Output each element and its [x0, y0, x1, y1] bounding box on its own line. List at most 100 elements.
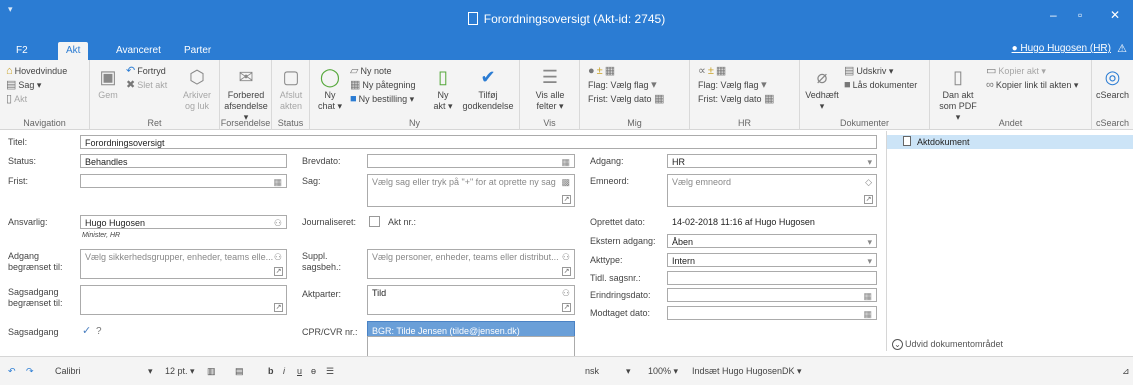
calendar-icon[interactable]: ▦: [863, 309, 872, 319]
akttype-select[interactable]: Intern ▾: [667, 253, 877, 267]
expand-icon[interactable]: ↗: [274, 303, 283, 312]
erindringsdato-input[interactable]: ▦: [667, 288, 877, 302]
case-icon[interactable]: ▩: [561, 177, 570, 188]
tag-icon[interactable]: ◇: [865, 177, 872, 188]
adgang-label: Adgang:: [590, 156, 624, 166]
person-icon[interactable]: ⚇: [562, 288, 570, 299]
italic-button[interactable]: i: [283, 366, 285, 376]
language-select[interactable]: nsk: [585, 366, 599, 376]
ny-note-button[interactable]: ▱ Ny note: [350, 66, 392, 77]
mig-frist[interactable]: Frist: Vælg dato ▦: [588, 94, 666, 105]
ny-paategning-button[interactable]: ▦ Ny påtegning: [350, 80, 415, 91]
zoom-select[interactable]: 100% ▾: [648, 366, 678, 377]
fortryd-button[interactable]: ↶ Fortryd: [126, 66, 166, 77]
adgang-select[interactable]: HR ▾: [667, 154, 877, 168]
tab-avanceret[interactable]: Avanceret: [108, 42, 169, 60]
help-icon[interactable]: ?: [96, 326, 102, 337]
calendar-icon: ▦: [764, 93, 775, 105]
tilfoej-godkendelse-button[interactable]: ✔ Tilføj godkendelse: [460, 66, 516, 112]
calendar-icon[interactable]: ▦: [863, 291, 872, 301]
slet-akt-button[interactable]: ✖ Slet akt: [126, 80, 167, 91]
insert-signature-button[interactable]: Indsæt Hugo HugosenDK ▾: [692, 366, 802, 377]
udskriv-button[interactable]: ▤ Udskriv ▾: [844, 66, 893, 77]
close-button[interactable]: ✕: [1110, 8, 1120, 22]
ekstern-adgang-select[interactable]: Åben ▾: [667, 234, 877, 248]
warning-icon[interactable]: ⚠: [1117, 42, 1127, 55]
aktparter-label: Aktparter:: [302, 289, 342, 299]
checkmark-icon[interactable]: ✓: [82, 326, 91, 337]
maximize-button[interactable]: ▫: [1078, 8, 1082, 22]
ansvarlig-input[interactable]: Hugo Hugosen ⚇: [80, 215, 287, 229]
person-icon[interactable]: ⚇: [274, 218, 282, 228]
ny-bestilling-button[interactable]: ■ Ny bestilling ▾: [350, 94, 414, 105]
person-icon[interactable]: ⚇: [274, 252, 282, 263]
font-select[interactable]: Calibri: [55, 366, 81, 376]
expand-icon[interactable]: ↗: [274, 267, 283, 276]
suppl-sagsbeh-input[interactable]: Vælg personer, enheder, teams eller dist…: [367, 249, 575, 279]
underline-button[interactable]: u: [297, 366, 302, 376]
sag-input[interactable]: Vælg sag eller tryk på "+" for at oprett…: [367, 174, 575, 207]
minimize-button[interactable]: ‒: [1050, 8, 1057, 22]
arkiver-button[interactable]: ⬡ Arkiver og luk: [178, 66, 216, 112]
hr-flag[interactable]: Flag: Vælg flag ▾: [698, 80, 769, 91]
calendar-icon[interactable]: ▦: [273, 177, 282, 187]
modtaget-dato-input[interactable]: ▦: [667, 306, 877, 320]
sag-button[interactable]: ▤ Sag ▾: [6, 80, 41, 91]
frist-date-input[interactable]: ▦: [80, 174, 287, 188]
ansvarlig-subtitle: Minister, HR: [82, 232, 121, 239]
journaliseret-checkbox[interactable]: [369, 216, 380, 227]
sagsadgang-begraenset-input[interactable]: ↗: [80, 285, 287, 315]
mig-flag[interactable]: Flag: Vælg flag ▾: [588, 80, 659, 91]
person-icon[interactable]: ⚇: [562, 252, 570, 263]
titel-input[interactable]: Forordningsoversigt: [80, 135, 877, 149]
redo-icon[interactable]: ↷: [26, 366, 34, 377]
akttype-label: Akttype:: [590, 255, 623, 265]
vis-alle-felter-button[interactable]: ☰ Vis alle felter ▾: [524, 66, 576, 112]
sagsadgang-begraenset-label: Sagsadgang begrænset til:: [8, 287, 63, 308]
tab-f2[interactable]: F2: [8, 42, 36, 60]
bold-button[interactable]: b: [268, 366, 274, 376]
undo-icon[interactable]: ↶: [8, 366, 16, 377]
afslut-akten-button[interactable]: ▢ Afslut akten: [274, 66, 308, 112]
tidl-sagsnr-input[interactable]: [667, 271, 877, 285]
kopier-akt-button[interactable]: ▭ Kopier akt ▾: [986, 66, 1046, 77]
dan-akt-pdf-button[interactable]: ▯ Dan akt som PDF ▾: [936, 66, 980, 123]
hovedvindue-button[interactable]: ⌂ Hovedvindue: [6, 66, 67, 77]
font-size-select[interactable]: 12 pt. ▾: [165, 366, 195, 377]
chevron-down-icon[interactable]: ▾: [626, 366, 631, 377]
expand-icon[interactable]: ↗: [562, 303, 571, 312]
aktparter-input[interactable]: Tild ⚇ ↗: [367, 285, 575, 315]
expand-icon[interactable]: ↗: [562, 195, 571, 204]
vedhaeft-button[interactable]: ⌀ Vedhæft ▾: [804, 66, 840, 112]
tab-parter[interactable]: Parter: [176, 42, 219, 60]
tab-akt[interactable]: Akt: [58, 42, 89, 60]
expand-icon[interactable]: ↗: [562, 267, 571, 276]
status-select[interactable]: Behandles: [80, 154, 287, 168]
align-icon[interactable]: ☰: [326, 366, 334, 377]
emneord-input[interactable]: Vælg emneord ◇ ↗: [667, 174, 877, 207]
gem-button[interactable]: ▣ Gem: [96, 66, 120, 101]
expand-document-area[interactable]: ⌄ Udvid dokumentområdet: [892, 339, 1003, 350]
ribbon: ⌂ Hovedvindue ▤ Sag ▾ ▯ Akt Navigation ▣ Gem…: [0, 60, 1133, 130]
kopier-link-button[interactable]: ∞ Kopier link til akten ▾: [986, 80, 1078, 91]
highlight-icon[interactable]: ▥: [207, 366, 216, 377]
brevdato-input[interactable]: ▦: [367, 154, 575, 168]
user-link[interactable]: ● Hugo Hugosen (HR): [1012, 43, 1111, 54]
chevron-down-icon[interactable]: ▾: [148, 366, 153, 377]
forbered-afsendelse-button[interactable]: ✉ Forbered afsendelse ▾: [222, 66, 270, 123]
tool-icon[interactable]: ⊿: [1122, 366, 1130, 377]
aktdokument-item[interactable]: Aktdokument: [887, 135, 1133, 149]
printer-icon: ▤: [844, 65, 855, 77]
strikethrough-button[interactable]: ɵ: [311, 366, 316, 376]
expand-icon[interactable]: ↗: [864, 195, 873, 204]
ny-akt-button[interactable]: ▯ Ny akt ▾: [428, 66, 458, 112]
group-label: Dokumenter: [839, 118, 890, 128]
laas-dokumenter-button[interactable]: ■ Lås dokumenter: [844, 80, 917, 91]
hr-frist[interactable]: Frist: Vælg dato ▦: [698, 94, 776, 105]
font-color-icon[interactable]: ▤: [235, 366, 244, 377]
csearch-button[interactable]: ◎ cSearch: [1094, 66, 1131, 101]
akt-button[interactable]: ▯ Akt: [6, 94, 27, 105]
ny-chat-button[interactable]: ◯ Ny chat ▾: [316, 66, 344, 112]
adgang-begraenset-input[interactable]: Vælg sikkerhedsgrupper, enheder, teams e…: [80, 249, 287, 279]
calendar-icon[interactable]: ▦: [561, 157, 570, 167]
